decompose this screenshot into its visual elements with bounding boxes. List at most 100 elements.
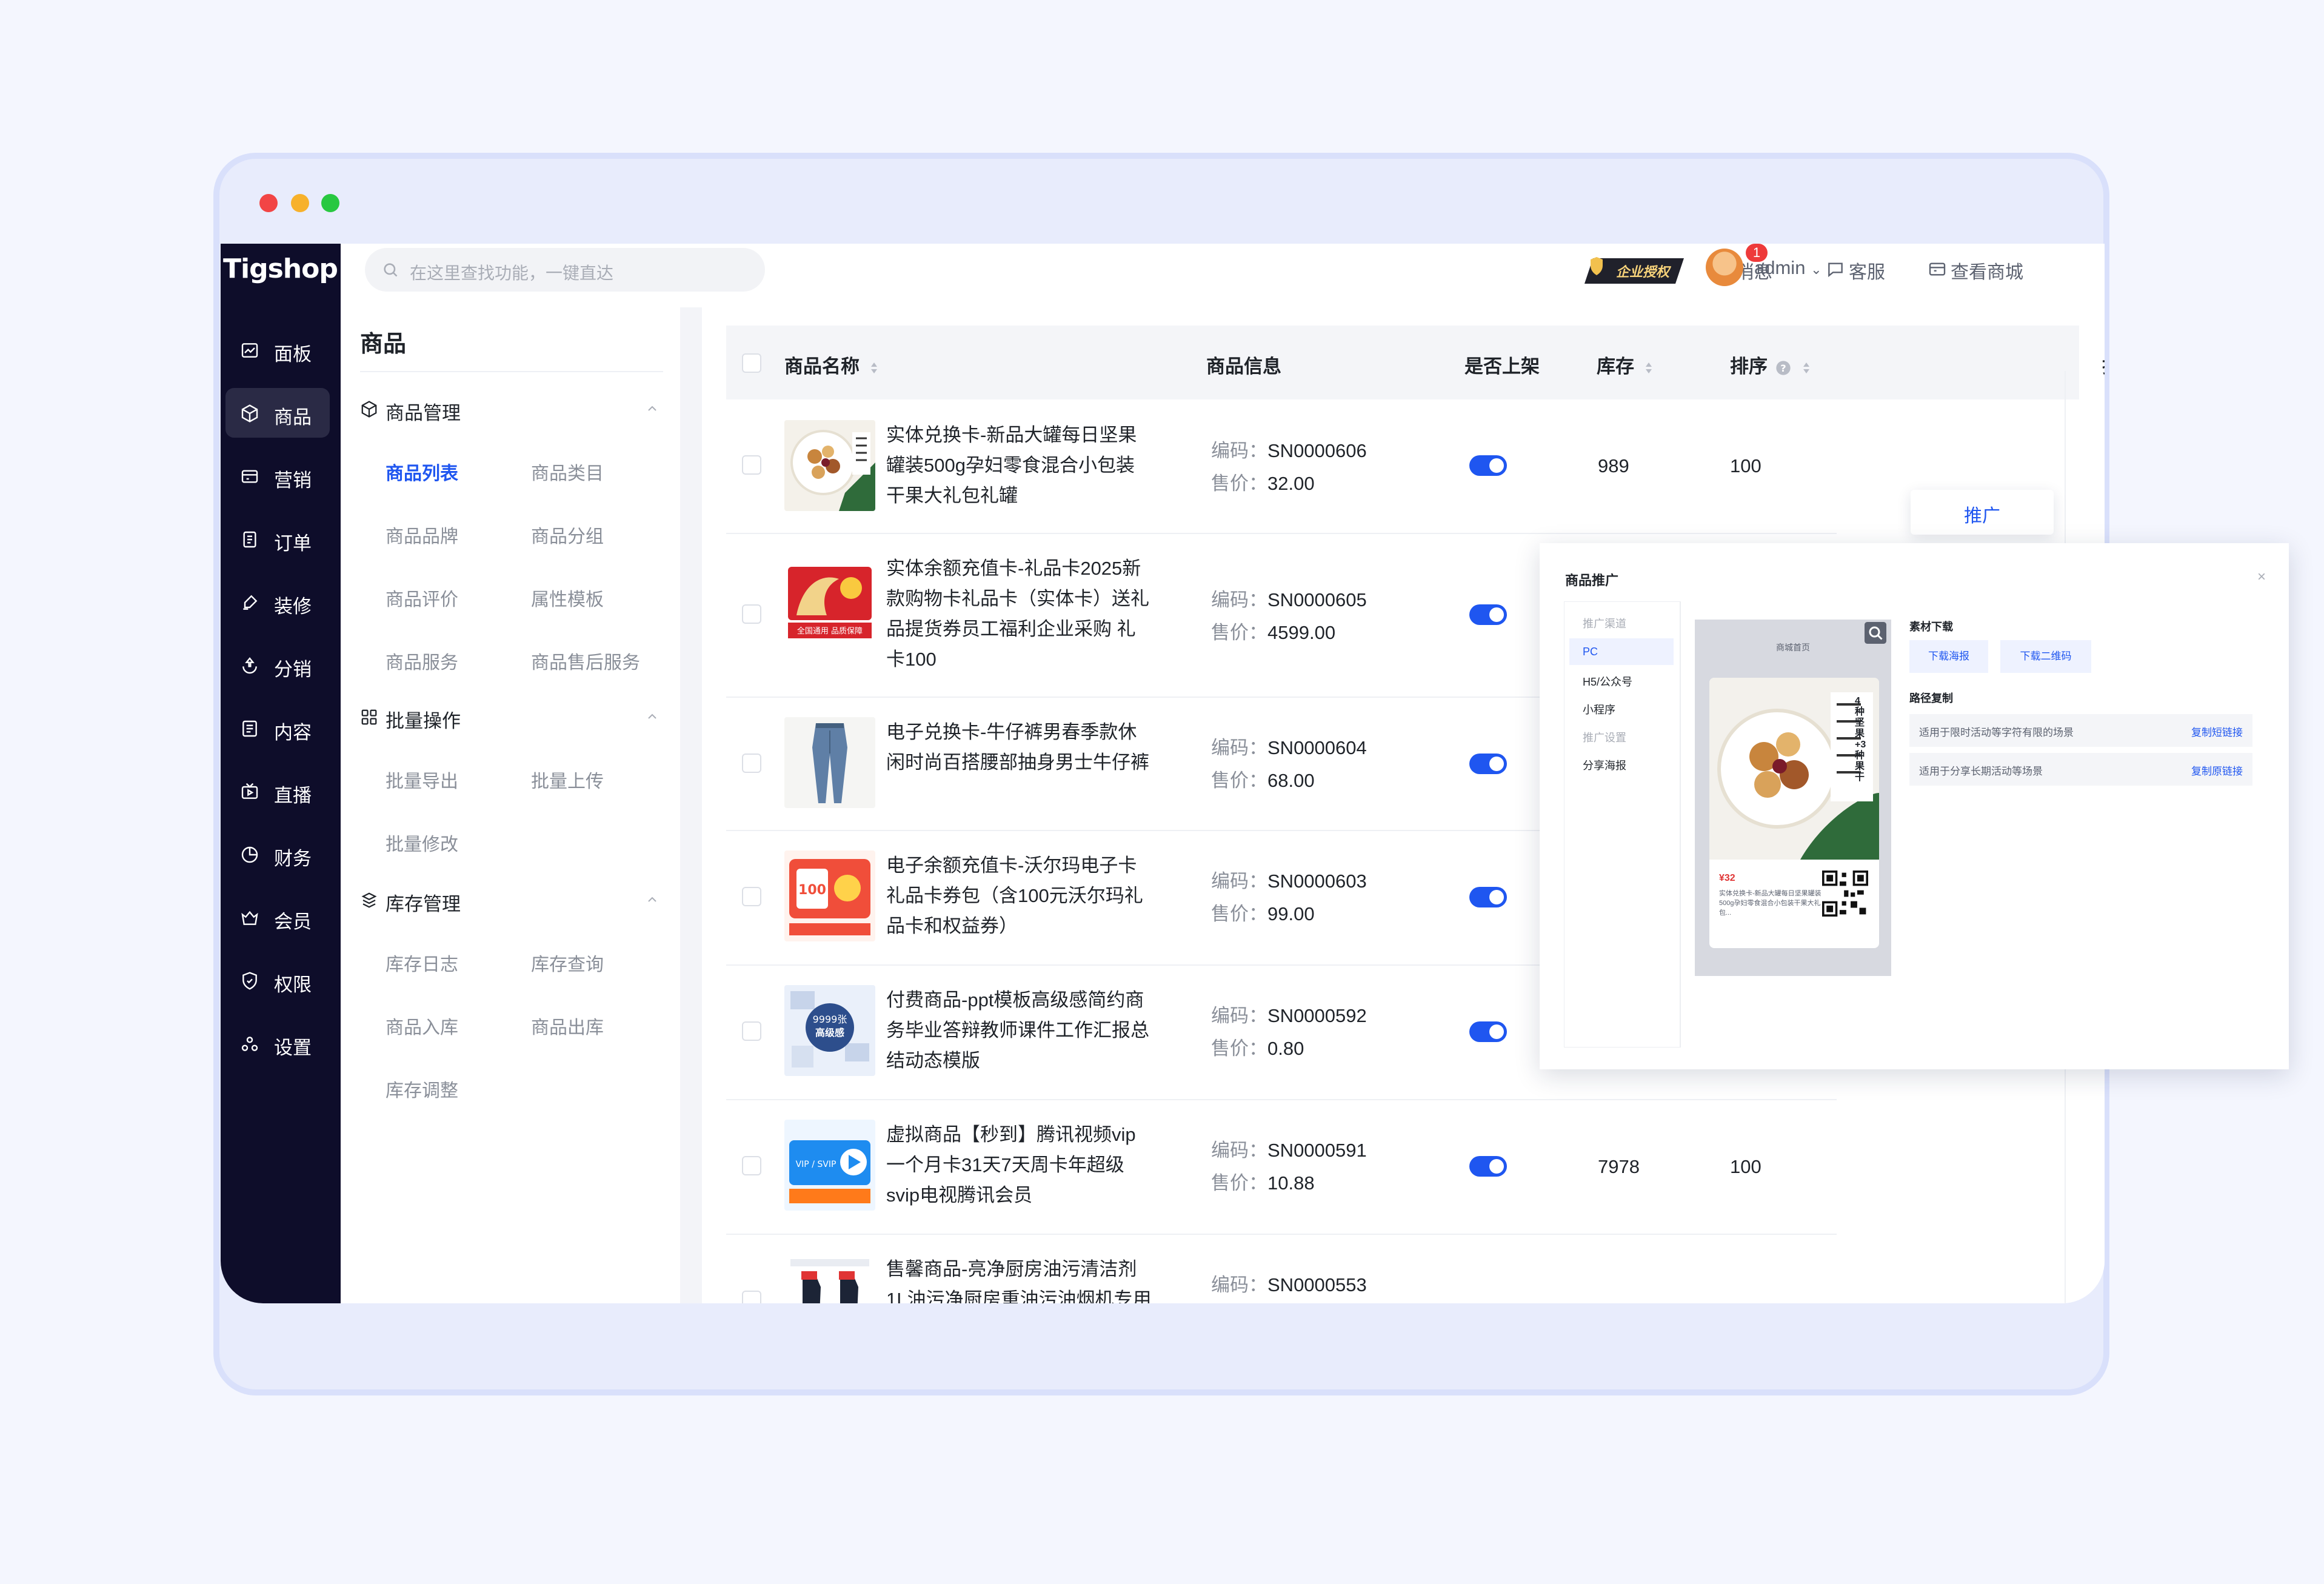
shop-icon: [1929, 262, 1946, 276]
col-info: 商品信息: [1206, 356, 1281, 377]
product-thumb-cleaner[interactable]: [784, 1254, 875, 1303]
product-code: SN0000604: [1267, 737, 1367, 758]
group-batch[interactable]: 批量操作: [360, 704, 663, 732]
help-icon[interactable]: ?: [1775, 359, 1792, 376]
product-code: SN0000592: [1267, 1005, 1367, 1026]
col-stock[interactable]: 库存: [1597, 351, 1654, 378]
nav-item-live[interactable]: 直播: [225, 766, 330, 816]
submenu-item-stock-in[interactable]: 商品入库: [386, 1012, 458, 1039]
on-shelf-toggle[interactable]: [1469, 1021, 1507, 1042]
product-thumb-jeans[interactable]: [784, 717, 875, 808]
submenu-item-batch-edit[interactable]: 批量修改: [386, 829, 458, 856]
product-price: 10.88: [1267, 1172, 1315, 1194]
row-checkbox[interactable]: [742, 754, 761, 773]
nav-item-shield[interactable]: 权限: [225, 955, 330, 1005]
submenu-item-batch-upload[interactable]: 批量上传: [531, 766, 604, 793]
select-all-checkbox[interactable]: [742, 353, 761, 373]
on-shelf-toggle[interactable]: [1469, 754, 1507, 774]
on-shelf-toggle[interactable]: [1469, 1156, 1507, 1177]
submenu-item-product-list[interactable]: 商品列表: [386, 458, 458, 485]
group-product-management[interactable]: 商品管理: [360, 396, 663, 424]
product-thumb-tencent-vip[interactable]: VIP / SVIP: [784, 1120, 875, 1211]
settings-icon: [241, 1037, 258, 1051]
group-stock[interactable]: 库存管理: [360, 887, 663, 915]
submenu-item-group[interactable]: 商品分组: [531, 521, 604, 548]
product-info: 编码：SN0000553: [1211, 1269, 1367, 1302]
product-name[interactable]: 实体余额充值卡-礼品卡2025新款购物卡礼品卡（实体卡）送礼品提货券员工福利企业…: [886, 553, 1153, 675]
nav-item-brush[interactable]: 装修: [225, 577, 330, 627]
product-name[interactable]: 虚拟商品【秒到】腾讯视频vip一个月卡31天7天周卡年超级svip电视腾讯会员: [886, 1120, 1153, 1211]
avatar[interactable]: [1706, 249, 1743, 286]
submenu-item-category[interactable]: 商品类目: [531, 458, 604, 485]
col-name[interactable]: 商品名称: [784, 351, 879, 378]
submenu-item-service[interactable]: 商品服务: [386, 647, 458, 674]
submenu-item-stock-adjust[interactable]: 库存调整: [386, 1075, 458, 1102]
product-info: 编码：SN0000603 售价：99.00: [1211, 865, 1367, 931]
submenu-item-batch-export[interactable]: 批量导出: [386, 766, 458, 793]
submenu-item-attr-template[interactable]: 属性模板: [531, 584, 604, 611]
product-thumb-nuts[interactable]: [784, 420, 875, 511]
product-thumb-walmart[interactable]: 100: [784, 850, 875, 941]
on-shelf-toggle[interactable]: [1469, 887, 1507, 907]
channel-pc[interactable]: PC: [1569, 638, 1674, 665]
nav-item-order[interactable]: 订单: [225, 514, 330, 564]
submenu-item-review[interactable]: 商品评价: [386, 584, 458, 611]
on-shelf-toggle[interactable]: [1469, 455, 1507, 476]
close-window-dot[interactable]: [259, 194, 278, 212]
table-row: 实体兑换卡-新品大罐每日坚果罐装500g孕妇零食混合小包装干果大礼包礼罐 编码：…: [726, 399, 1837, 534]
setting-share-poster[interactable]: 分享海报: [1583, 757, 1626, 773]
code-label: 编码：: [1211, 737, 1267, 758]
product-thumb-giftcard[interactable]: 全国通用 品质保障: [784, 555, 875, 646]
submenu-item-stock-query[interactable]: 库存查询: [531, 949, 604, 976]
search-box[interactable]: 在这里查找功能，一键直达: [365, 248, 765, 292]
channel-h5[interactable]: H5/公众号: [1583, 673, 1632, 689]
nav-item-content[interactable]: 内容: [225, 703, 330, 753]
product-code: SN0000553: [1267, 1274, 1367, 1295]
nav-item-marketing[interactable]: 营销: [225, 451, 330, 501]
on-shelf-toggle[interactable]: [1469, 604, 1507, 625]
product-name[interactable]: 电子兑换卡-牛仔裤男春季款休闲时尚百搭腰部抽身男士牛仔裤: [886, 717, 1153, 778]
submenu-item-brand[interactable]: 商品品牌: [386, 521, 458, 548]
channel-miniapp[interactable]: 小程序: [1583, 701, 1615, 717]
zoom-icon[interactable]: [1865, 622, 1886, 644]
nav-item-label: 权限: [274, 974, 312, 995]
copy-original-link-button[interactable]: 复制原链接: [2191, 763, 2243, 778]
sort-value: 100: [1730, 455, 1761, 476]
user-menu[interactable]: admin ⌄: [1754, 257, 1822, 279]
row-checkbox[interactable]: [742, 1021, 761, 1041]
submenu-item-stock-out[interactable]: 商品出库: [531, 1012, 604, 1039]
nav-item-member[interactable]: 会员: [225, 892, 330, 942]
row-checkbox[interactable]: [742, 1291, 761, 1303]
search-icon: [384, 263, 398, 277]
row-checkbox[interactable]: [742, 455, 761, 475]
row-checkbox[interactable]: [742, 1156, 761, 1175]
nav-item-settings[interactable]: 设置: [225, 1018, 330, 1068]
row-checkbox[interactable]: [742, 604, 761, 624]
enterprise-badge[interactable]: 企业授权: [1582, 255, 1686, 287]
download-poster-button[interactable]: 下载海报: [1909, 640, 1988, 673]
submenu-item-after-sale[interactable]: 商品售后服务: [531, 647, 640, 674]
product-thumb-ppt[interactable]: 9999张 高级感: [784, 985, 875, 1076]
nav-item-finance[interactable]: 财务: [225, 829, 330, 879]
nav-item-cube[interactable]: 商品: [225, 388, 330, 438]
nav-item-label: 面板: [274, 344, 312, 365]
product-name[interactable]: 售馨商品-亮净厨房油污清洁剂1L油污净厨房重油污油烟机专用: [886, 1254, 1153, 1303]
minimize-window-dot[interactable]: [291, 194, 309, 212]
download-qr-button[interactable]: 下载二维码: [2000, 640, 2091, 673]
close-icon[interactable]: ×: [2257, 569, 2266, 586]
product-info: 编码：SN0000591 售价：10.88: [1211, 1134, 1367, 1200]
promote-option[interactable]: 推广: [1964, 501, 2000, 527]
badge-label: 企业授权: [1616, 264, 1672, 280]
submenu-item-stock-log[interactable]: 库存日志: [386, 949, 458, 976]
nav-item-distribution[interactable]: 分销: [225, 640, 330, 690]
product-name[interactable]: 电子余额充值卡-沃尔玛电子卡礼品卡券包（含100元沃尔玛礼品卡和权益券）: [886, 850, 1153, 941]
product-name[interactable]: 付费商品-ppt模板高级感简约商务毕业答辩教师课件工作汇报总结动态模版: [886, 985, 1153, 1076]
phone-header: 商城首页: [1776, 643, 1810, 652]
col-sort[interactable]: 排序?: [1730, 351, 1811, 378]
row-checkbox[interactable]: [742, 887, 761, 906]
brand-logo[interactable]: Tigshop: [223, 253, 338, 290]
product-name[interactable]: 实体兑换卡-新品大罐每日坚果罐装500g孕妇零食混合小包装干果大礼包礼罐: [886, 420, 1153, 511]
maximize-window-dot[interactable]: [321, 194, 339, 212]
copy-short-link-button[interactable]: 复制短链接: [2191, 724, 2243, 739]
nav-item-dashboard[interactable]: 面板: [225, 325, 330, 375]
